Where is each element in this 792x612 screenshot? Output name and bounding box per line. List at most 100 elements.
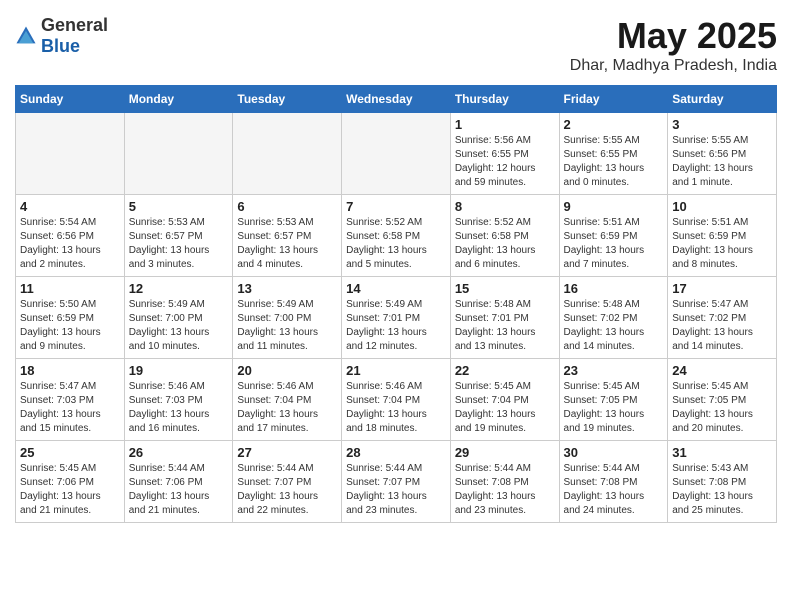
day-info: Sunrise: 5:50 AM Sunset: 6:59 PM Dayligh…: [20, 298, 120, 354]
day-number: 30: [564, 445, 664, 460]
calendar-cell: 24Sunrise: 5:45 AM Sunset: 7:05 PM Dayli…: [668, 359, 777, 441]
day-info: Sunrise: 5:49 AM Sunset: 7:01 PM Dayligh…: [346, 298, 446, 354]
day-number: 11: [20, 281, 120, 296]
calendar-cell: 4Sunrise: 5:54 AM Sunset: 6:56 PM Daylig…: [16, 195, 125, 277]
weekday-header: Sunday: [16, 86, 125, 113]
day-info: Sunrise: 5:52 AM Sunset: 6:58 PM Dayligh…: [455, 216, 555, 272]
weekday-header: Monday: [124, 86, 233, 113]
logo-general: General: [41, 15, 108, 35]
day-info: Sunrise: 5:55 AM Sunset: 6:55 PM Dayligh…: [564, 134, 664, 190]
day-number: 28: [346, 445, 446, 460]
logo: General Blue: [15, 15, 108, 57]
day-number: 10: [672, 199, 772, 214]
calendar-cell: 14Sunrise: 5:49 AM Sunset: 7:01 PM Dayli…: [342, 277, 451, 359]
day-number: 20: [237, 363, 337, 378]
calendar-cell: 7 Sunrise: 5:52 AM Sunset: 6:58 PM Daylig…: [342, 195, 451, 277]
calendar-cell: 20 Sunrise: 5:46 AM Sunset: 7:04 PM Dayli…: [233, 359, 342, 441]
day-info: Sunrise: 5:48 AM Sunset: 7:02 PM Dayligh…: [564, 298, 664, 354]
calendar-cell: 1 Sunrise: 5:56 AM Sunset: 6:55 PM Daylig…: [450, 113, 559, 195]
calendar-week-row: 25 Sunrise: 5:45 AM Sunset: 7:06 PM Dayli…: [16, 441, 777, 523]
calendar-cell: 6 Sunrise: 5:53 AM Sunset: 6:57 PM Daylig…: [233, 195, 342, 277]
day-number: 23: [564, 363, 664, 378]
calendar-cell: [233, 113, 342, 195]
weekday-header: Thursday: [450, 86, 559, 113]
calendar-cell: 17 Sunrise: 5:47 AM Sunset: 7:02 PM Dayli…: [668, 277, 777, 359]
calendar-cell: 23 Sunrise: 5:45 AM Sunset: 7:05 PM Dayli…: [559, 359, 668, 441]
page-header: General Blue May 2025 Dhar, Madhya Prade…: [15, 15, 777, 75]
title-block: May 2025 Dhar, Madhya Pradesh, India: [570, 15, 777, 75]
calendar-cell: [16, 113, 125, 195]
day-number: 21: [346, 363, 446, 378]
day-number: 26: [129, 445, 229, 460]
day-number: 8: [455, 199, 555, 214]
day-number: 27: [237, 445, 337, 460]
day-info: Sunrise: 5:56 AM Sunset: 6:55 PM Dayligh…: [455, 134, 555, 190]
day-info: Sunrise: 5:44 AM Sunset: 7:07 PM Dayligh…: [346, 462, 446, 518]
calendar-cell: 8 Sunrise: 5:52 AM Sunset: 6:58 PM Daylig…: [450, 195, 559, 277]
weekday-header: Saturday: [668, 86, 777, 113]
calendar-cell: 31 Sunrise: 5:43 AM Sunset: 7:08 PM Dayli…: [668, 441, 777, 523]
calendar-cell: 29Sunrise: 5:44 AM Sunset: 7:08 PM Dayli…: [450, 441, 559, 523]
weekday-header: Tuesday: [233, 86, 342, 113]
calendar-cell: 30 Sunrise: 5:44 AM Sunset: 7:08 PM Dayli…: [559, 441, 668, 523]
day-info: Sunrise: 5:46 AM Sunset: 7:04 PM Dayligh…: [346, 380, 446, 436]
calendar-cell: 28 Sunrise: 5:44 AM Sunset: 7:07 PM Dayli…: [342, 441, 451, 523]
day-number: 17: [672, 281, 772, 296]
month-title: May 2025: [570, 15, 777, 57]
day-number: 18: [20, 363, 120, 378]
calendar-cell: 16 Sunrise: 5:48 AM Sunset: 7:02 PM Dayli…: [559, 277, 668, 359]
calendar-cell: 19 Sunrise: 5:46 AM Sunset: 7:03 PM Dayli…: [124, 359, 233, 441]
weekday-header-row: SundayMondayTuesdayWednesdayThursdayFrid…: [16, 86, 777, 113]
day-info: Sunrise: 5:48 AM Sunset: 7:01 PM Dayligh…: [455, 298, 555, 354]
calendar-cell: 13Sunrise: 5:49 AM Sunset: 7:00 PM Dayli…: [233, 277, 342, 359]
calendar-cell: 22Sunrise: 5:45 AM Sunset: 7:04 PM Dayli…: [450, 359, 559, 441]
day-info: Sunrise: 5:51 AM Sunset: 6:59 PM Dayligh…: [564, 216, 664, 272]
day-number: 5: [129, 199, 229, 214]
day-info: Sunrise: 5:44 AM Sunset: 7:08 PM Dayligh…: [564, 462, 664, 518]
day-number: 1: [455, 117, 555, 132]
day-info: Sunrise: 5:43 AM Sunset: 7:08 PM Dayligh…: [672, 462, 772, 518]
day-number: 29: [455, 445, 555, 460]
calendar-cell: 18Sunrise: 5:47 AM Sunset: 7:03 PM Dayli…: [16, 359, 125, 441]
calendar-cell: 21 Sunrise: 5:46 AM Sunset: 7:04 PM Dayli…: [342, 359, 451, 441]
day-info: Sunrise: 5:53 AM Sunset: 6:57 PM Dayligh…: [237, 216, 337, 272]
day-number: 31: [672, 445, 772, 460]
day-number: 13: [237, 281, 337, 296]
day-number: 19: [129, 363, 229, 378]
day-number: 25: [20, 445, 120, 460]
day-info: Sunrise: 5:52 AM Sunset: 6:58 PM Dayligh…: [346, 216, 446, 272]
calendar-table: SundayMondayTuesdayWednesdayThursdayFrid…: [15, 85, 777, 523]
day-info: Sunrise: 5:45 AM Sunset: 7:05 PM Dayligh…: [564, 380, 664, 436]
location-title: Dhar, Madhya Pradesh, India: [570, 57, 777, 75]
calendar-cell: 9Sunrise: 5:51 AM Sunset: 6:59 PM Daylig…: [559, 195, 668, 277]
day-info: Sunrise: 5:45 AM Sunset: 7:06 PM Dayligh…: [20, 462, 120, 518]
day-info: Sunrise: 5:44 AM Sunset: 7:06 PM Dayligh…: [129, 462, 229, 518]
logo-blue: Blue: [41, 36, 80, 56]
calendar-cell: 12 Sunrise: 5:49 AM Sunset: 7:00 PM Dayli…: [124, 277, 233, 359]
weekday-header: Friday: [559, 86, 668, 113]
day-info: Sunrise: 5:47 AM Sunset: 7:02 PM Dayligh…: [672, 298, 772, 354]
calendar-cell: 3Sunrise: 5:55 AM Sunset: 6:56 PM Daylig…: [668, 113, 777, 195]
calendar-week-row: 4Sunrise: 5:54 AM Sunset: 6:56 PM Daylig…: [16, 195, 777, 277]
calendar-cell: 11 Sunrise: 5:50 AM Sunset: 6:59 PM Dayli…: [16, 277, 125, 359]
day-info: Sunrise: 5:46 AM Sunset: 7:03 PM Dayligh…: [129, 380, 229, 436]
day-number: 3: [672, 117, 772, 132]
calendar-cell: 25 Sunrise: 5:45 AM Sunset: 7:06 PM Dayli…: [16, 441, 125, 523]
day-info: Sunrise: 5:49 AM Sunset: 7:00 PM Dayligh…: [129, 298, 229, 354]
day-number: 4: [20, 199, 120, 214]
calendar-cell: [342, 113, 451, 195]
calendar-cell: 15Sunrise: 5:48 AM Sunset: 7:01 PM Dayli…: [450, 277, 559, 359]
day-info: Sunrise: 5:45 AM Sunset: 7:04 PM Dayligh…: [455, 380, 555, 436]
calendar-cell: 10 Sunrise: 5:51 AM Sunset: 6:59 PM Dayli…: [668, 195, 777, 277]
day-info: Sunrise: 5:53 AM Sunset: 6:57 PM Dayligh…: [129, 216, 229, 272]
day-number: 16: [564, 281, 664, 296]
calendar-cell: 26 Sunrise: 5:44 AM Sunset: 7:06 PM Dayli…: [124, 441, 233, 523]
day-info: Sunrise: 5:46 AM Sunset: 7:04 PM Dayligh…: [237, 380, 337, 436]
day-number: 6: [237, 199, 337, 214]
calendar-week-row: 11 Sunrise: 5:50 AM Sunset: 6:59 PM Dayli…: [16, 277, 777, 359]
day-number: 7: [346, 199, 446, 214]
weekday-header: Wednesday: [342, 86, 451, 113]
day-info: Sunrise: 5:51 AM Sunset: 6:59 PM Dayligh…: [672, 216, 772, 272]
day-info: Sunrise: 5:44 AM Sunset: 7:07 PM Dayligh…: [237, 462, 337, 518]
day-number: 12: [129, 281, 229, 296]
